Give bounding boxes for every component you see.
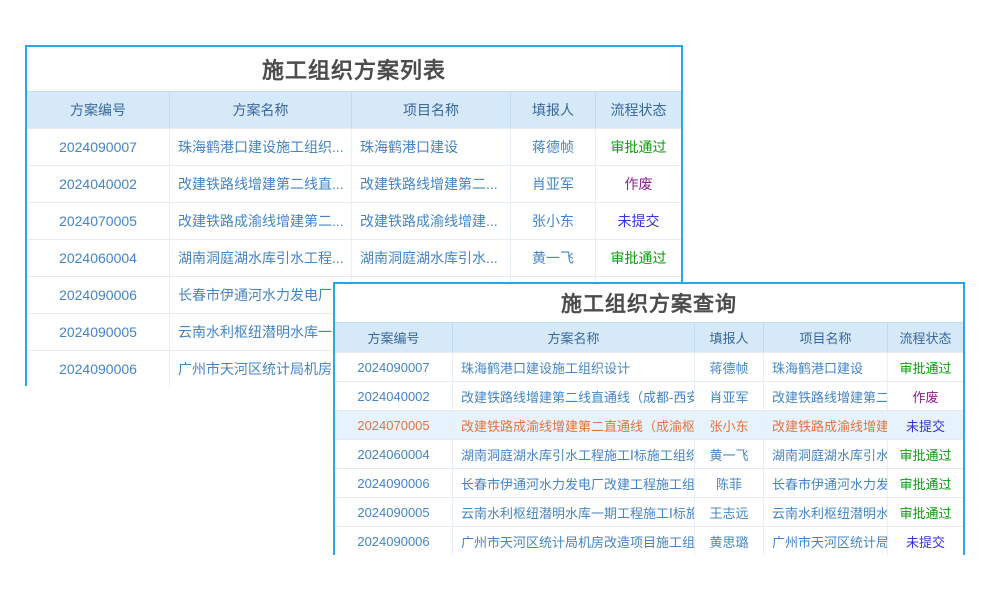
cell-reporter: 肖亚军 [695,382,764,410]
plan-list-header-row: 方案编号 方案名称 项目名称 填报人 流程状态 [27,91,681,128]
table-row[interactable]: 2024090007 珠海鹤港口建设施工组织... 珠海鹤港口建设 蒋德帧 审批… [27,128,681,165]
cell-project-name: 改建铁路成渝线增建... [352,203,511,239]
table-row[interactable]: 2024090006 长春市伊通河水力发电厂改建工程施工组 陈菲 长春市伊通河水… [335,468,963,497]
cell-plan-id: 2024090006 [27,277,170,313]
cell-plan-id: 2024070005 [335,411,453,439]
table-row[interactable]: 2024060004 湖南洞庭湖水库引水工程施工Ⅰ标施工组织 黄一飞 湖南洞庭湖… [335,439,963,468]
cell-project-name: 广州市天河区统计局 [764,527,888,555]
cell-plan-id: 2024070005 [27,203,170,239]
cell-project-name: 珠海鹤港口建设 [352,129,511,165]
cell-plan-id: 2024090005 [27,314,170,350]
status-badge: 审批通过 [888,353,963,381]
status-badge: 审批通过 [888,469,963,497]
cell-plan-name: 云南水利枢纽潜明水库一... [170,314,352,350]
column-header-project-name: 项目名称 [764,323,888,352]
cell-plan-name: 长春市伊通河水力发电厂改建工程施工组 [453,469,695,497]
column-header-plan-id: 方案编号 [27,92,170,128]
cell-plan-name: 湖南洞庭湖水库引水工程施工Ⅰ标施工组织 [453,440,695,468]
column-header-plan-name: 方案名称 [453,323,695,352]
plan-query-header-row: 方案编号 方案名称 填报人 项目名称 流程状态 [335,322,963,352]
cell-project-name: 长春市伊通河水力发 [764,469,888,497]
cell-plan-name: 长春市伊通河水力发电厂... [170,277,352,313]
cell-reporter: 蒋德帧 [511,129,596,165]
cell-project-name: 湖南洞庭湖水库引水... [352,240,511,276]
cell-plan-id: 2024060004 [27,240,170,276]
cell-reporter: 蒋德帧 [695,353,764,381]
cell-project-name: 改建铁路线增建第二... [352,166,511,202]
cell-project-name: 改建铁路成渝线增建 [764,411,888,439]
cell-plan-name: 湖南洞庭湖水库引水工程... [170,240,352,276]
table-row[interactable]: 2024070005 改建铁路成渝线增建第二... 改建铁路成渝线增建... 张… [27,202,681,239]
cell-reporter: 陈菲 [695,469,764,497]
cell-reporter: 张小东 [511,203,596,239]
column-header-reporter: 填报人 [695,323,764,352]
cell-plan-name: 广州市天河区统计局机房改造项目施工组 [453,527,695,555]
cell-plan-id: 2024090006 [27,351,170,387]
cell-reporter: 黄一飞 [695,440,764,468]
column-header-status: 流程状态 [888,323,963,352]
table-row[interactable]: 2024090006 广州市天河区统计局机房改造项目施工组 黄思璐 广州市天河区… [335,526,963,555]
cell-plan-id: 2024090006 [335,527,453,555]
cell-reporter: 黄思璐 [695,527,764,555]
cell-reporter: 张小东 [695,411,764,439]
cell-plan-name: 云南水利枢纽潜明水库一期工程施工Ⅰ标施 [453,498,695,526]
cell-plan-name: 改建铁路成渝线增建第二直通线（成渝枢 [453,411,695,439]
plan-list-title: 施工组织方案列表 [27,47,681,91]
table-row[interactable]: 2024090007 珠海鹤港口建设施工组织设计 蒋德帧 珠海鹤港口建设 审批通… [335,352,963,381]
cell-plan-name: 改建铁路成渝线增建第二... [170,203,352,239]
plan-query-card: 施工组织方案查询 方案编号 方案名称 填报人 项目名称 流程状态 2024090… [333,282,965,555]
column-header-plan-name: 方案名称 [170,92,352,128]
column-header-reporter: 填报人 [511,92,596,128]
status-badge: 未提交 [888,411,963,439]
cell-reporter: 王志远 [695,498,764,526]
cell-plan-id: 2024090006 [335,469,453,497]
table-row[interactable]: 2024040002 改建铁路线增建第二线直... 改建铁路线增建第二... 肖… [27,165,681,202]
cell-reporter: 肖亚军 [511,166,596,202]
table-row-selected[interactable]: 2024070005 改建铁路成渝线增建第二直通线（成渝枢 张小东 改建铁路成渝… [335,410,963,439]
cell-plan-name: 改建铁路线增建第二线直... [170,166,352,202]
workspace: 施工组织方案列表 方案编号 方案名称 项目名称 填报人 流程状态 2024090… [0,0,1000,600]
cell-project-name: 湖南洞庭湖水库引水 [764,440,888,468]
status-badge: 未提交 [596,203,681,239]
table-row[interactable]: 2024040002 改建铁路线增建第二线直通线（成都-西安 肖亚军 改建铁路线… [335,381,963,410]
table-row[interactable]: 2024090005 云南水利枢纽潜明水库一期工程施工Ⅰ标施 王志远 云南水利枢… [335,497,963,526]
plan-query-title: 施工组织方案查询 [335,284,963,322]
cell-project-name: 改建铁路线增建第二 [764,382,888,410]
status-badge: 审批通过 [888,498,963,526]
column-header-status: 流程状态 [596,92,681,128]
cell-plan-id: 2024090007 [27,129,170,165]
cell-plan-id: 2024040002 [335,382,453,410]
cell-plan-name: 珠海鹤港口建设施工组织设计 [453,353,695,381]
cell-project-name: 云南水利枢纽潜明水 [764,498,888,526]
cell-plan-name: 广州市天河区统计局机房... [170,351,352,387]
cell-reporter: 黄一飞 [511,240,596,276]
cell-plan-id: 2024090007 [335,353,453,381]
column-header-project-name: 项目名称 [352,92,511,128]
status-badge: 审批通过 [888,440,963,468]
status-badge: 作废 [888,382,963,410]
status-badge: 审批通过 [596,129,681,165]
status-badge: 审批通过 [596,240,681,276]
cell-plan-id: 2024090005 [335,498,453,526]
table-row[interactable]: 2024060004 湖南洞庭湖水库引水工程... 湖南洞庭湖水库引水... 黄… [27,239,681,276]
cell-plan-name: 珠海鹤港口建设施工组织... [170,129,352,165]
column-header-plan-id: 方案编号 [335,323,453,352]
status-badge: 未提交 [888,527,963,555]
cell-plan-name: 改建铁路线增建第二线直通线（成都-西安 [453,382,695,410]
cell-project-name: 珠海鹤港口建设 [764,353,888,381]
cell-plan-id: 2024040002 [27,166,170,202]
status-badge: 作废 [596,166,681,202]
cell-plan-id: 2024060004 [335,440,453,468]
